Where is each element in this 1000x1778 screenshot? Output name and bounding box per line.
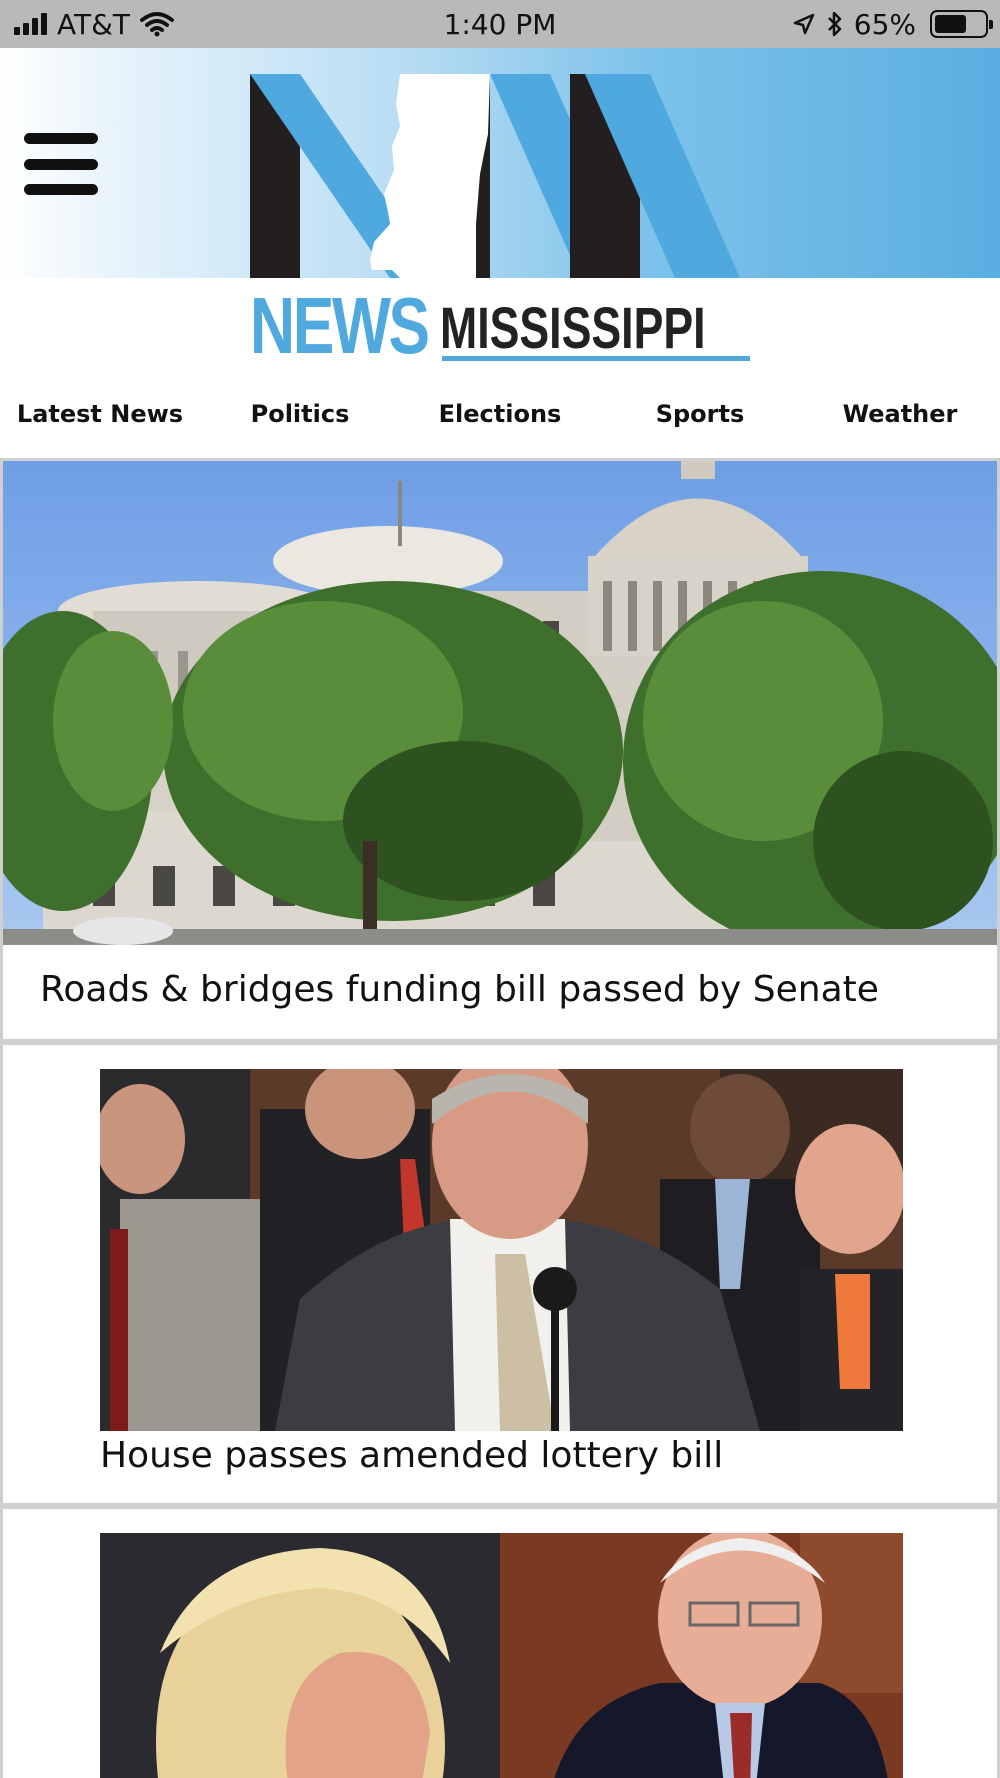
brand-wordmark: NEWS MISSISSIPPI (250, 286, 750, 366)
status-left: AT&T (14, 0, 175, 48)
story-card[interactable] (0, 1506, 1000, 1778)
nav-latest-news[interactable]: Latest News (0, 400, 200, 428)
signal-icon (14, 13, 47, 35)
brand-mississippi: MISSISSIPPI (440, 296, 706, 361)
carrier-label: AT&T (57, 7, 131, 41)
hamburger-menu-icon[interactable] (24, 133, 98, 195)
brand-underline (442, 356, 750, 361)
wifi-icon (140, 12, 175, 37)
app-screen: AT&T 1:40 PM 65% NEWS MISSISSIPPI Latest… (0, 0, 1000, 1778)
clock: 1:40 PM (443, 7, 557, 41)
story-photo-capitol[interactable] (3, 461, 997, 945)
story-card[interactable]: Roads & bridges funding bill passed by S… (0, 458, 1000, 1042)
status-bar: AT&T 1:40 PM 65% (0, 0, 1000, 48)
nav-politics[interactable]: Politics (200, 400, 400, 428)
story-photo-speaker[interactable] (100, 1069, 903, 1431)
nav-sports[interactable]: Sports (600, 400, 800, 428)
battery-fill (935, 15, 966, 33)
battery-percent: 65% (853, 7, 916, 41)
story-card[interactable]: House passes amended lottery bill (0, 1042, 1000, 1506)
status-right: 65% (792, 0, 993, 48)
story-photo-senators[interactable] (100, 1533, 903, 1778)
nav-elections[interactable]: Elections (400, 400, 600, 428)
story-headline[interactable]: Roads & bridges funding bill passed by S… (40, 969, 980, 1010)
section-nav: Latest News Politics Elections Sports We… (0, 370, 1000, 458)
brand-news: NEWS (250, 281, 430, 370)
mississippi-silhouette-icon (370, 74, 490, 278)
battery-nub (989, 20, 993, 29)
news-mississippi-logo[interactable] (250, 74, 750, 278)
bluetooth-icon (827, 11, 842, 37)
battery-icon (930, 10, 993, 38)
nav-weather[interactable]: Weather (800, 400, 1000, 428)
story-headline[interactable]: House passes amended lottery bill (100, 1435, 960, 1476)
location-icon (793, 13, 815, 35)
